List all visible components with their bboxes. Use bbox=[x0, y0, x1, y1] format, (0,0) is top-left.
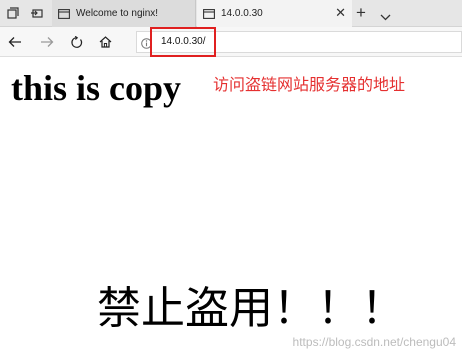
refresh-icon[interactable] bbox=[67, 33, 85, 51]
home-icon[interactable] bbox=[96, 33, 114, 51]
tab-active-14-0-0-30[interactable]: 14.0.0.30 ✕ bbox=[197, 0, 352, 27]
tab-bar: Welcome to nginx! 14.0.0.30 ✕ + bbox=[0, 0, 462, 27]
window-tabs-icon[interactable] bbox=[4, 4, 22, 22]
forbidden-message: 禁止盗用！！！ bbox=[97, 283, 405, 334]
address-highlight-box bbox=[150, 27, 216, 57]
tab-title: Welcome to nginx! bbox=[76, 8, 159, 19]
page-heading: this is copy bbox=[11, 68, 182, 108]
close-icon[interactable]: ✕ bbox=[335, 6, 346, 20]
new-tab-icon[interactable]: + bbox=[356, 3, 366, 23]
back-arrow-icon[interactable] bbox=[6, 33, 24, 51]
page-icon bbox=[203, 8, 215, 19]
tab-welcome-nginx[interactable]: Welcome to nginx! bbox=[52, 0, 196, 27]
navigation-bar: 14.0.0.30/ bbox=[0, 27, 462, 57]
watermark: https://blog.csdn.net/chengu04 bbox=[292, 335, 456, 349]
page-icon bbox=[58, 8, 70, 19]
forward-arrow-icon[interactable] bbox=[38, 33, 56, 51]
tab-title: 14.0.0.30 bbox=[221, 8, 263, 19]
chevron-down-icon[interactable] bbox=[380, 8, 391, 26]
set-tabs-aside-icon[interactable] bbox=[28, 4, 46, 22]
annotation-label: 访问盗链网站服务器的地址 bbox=[213, 75, 406, 94]
